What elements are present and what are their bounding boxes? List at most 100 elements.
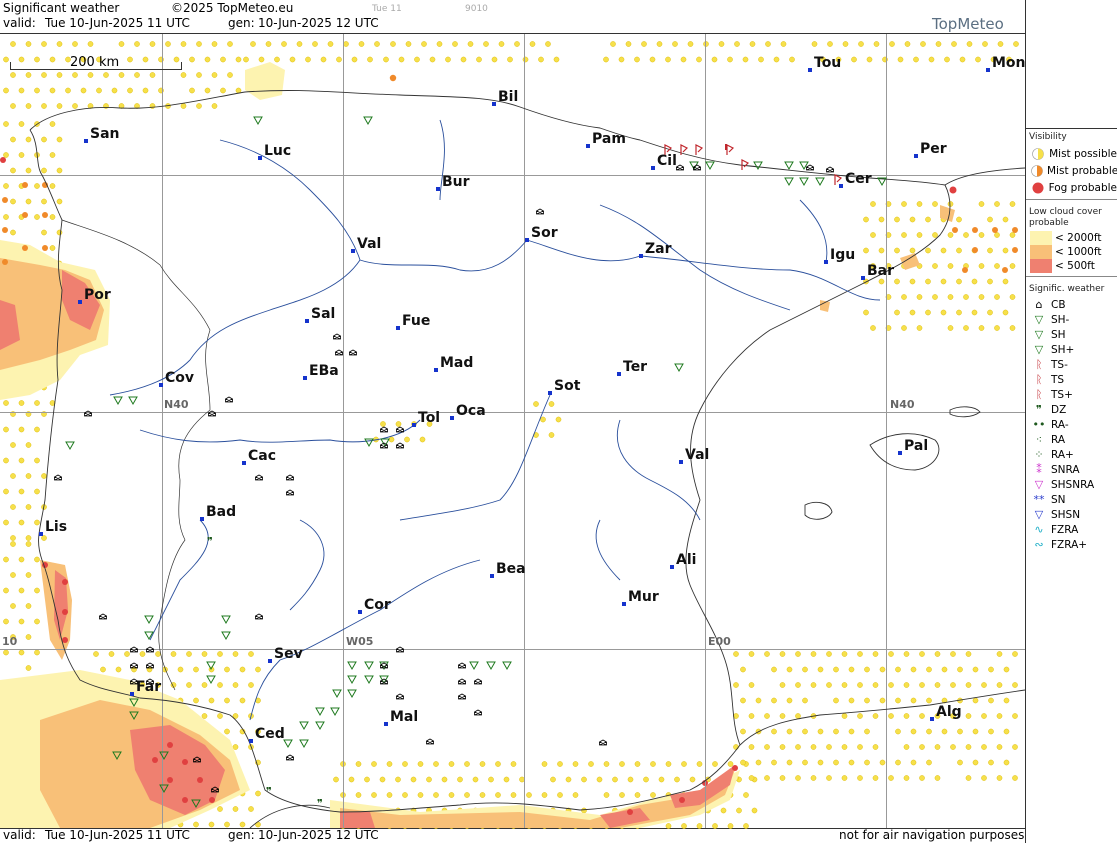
mist-dot: [336, 56, 342, 63]
mist-dot: [940, 278, 947, 285]
mist-dot: [863, 247, 869, 254]
mist-dot: [49, 152, 56, 158]
mist-dot: [495, 792, 501, 798]
legend-sigwx-item: ▽ SH+: [1026, 342, 1117, 357]
mist-dot: [934, 775, 941, 781]
mist-dot: [833, 759, 839, 766]
mist-dot: [514, 41, 520, 47]
city-marker: [986, 68, 990, 72]
drizzle-icon: ❞: [1036, 403, 1042, 416]
mist-dot: [227, 41, 233, 47]
mist-dot: [488, 776, 494, 783]
mist-dot: [510, 761, 517, 767]
mist-dot: [56, 229, 63, 236]
mist-dot: [879, 666, 886, 673]
mist-dot: [802, 759, 808, 766]
cloud-swatch-icon: [1030, 231, 1052, 245]
mist-dot: [994, 263, 1000, 269]
mist-dot: [127, 56, 133, 63]
mist-dot: [540, 416, 546, 423]
mist-dot: [863, 216, 869, 223]
legend-visibility-list: Mist possible Mist probable Fog probable: [1026, 145, 1117, 196]
mist-dot: [826, 744, 832, 750]
mist-dot: [903, 682, 910, 688]
mist-dot: [402, 792, 408, 798]
city-san-0: San: [84, 126, 120, 143]
mist-dot: [224, 666, 230, 673]
mist-dot: [557, 761, 563, 767]
mist-dot: [217, 713, 223, 719]
mist-dot: [926, 759, 932, 766]
mist-dot: [395, 776, 401, 783]
city-label: Lis: [45, 519, 67, 535]
legend-sigwx-item: ▽ SH: [1026, 327, 1117, 342]
mist-dot: [386, 792, 393, 798]
city-marker: [268, 659, 272, 663]
mist-dot: [909, 278, 916, 285]
mist-dot: [371, 761, 377, 767]
mist-dot: [603, 56, 609, 63]
mist-dot: [448, 761, 455, 767]
mist-dot: [1002, 309, 1009, 316]
mist-dot: [479, 792, 486, 798]
city-marker: [258, 156, 262, 160]
mist-dot: [3, 426, 9, 433]
city-label: Cov: [165, 370, 194, 386]
mist-dot: [932, 201, 938, 207]
snow-icon: **: [1033, 493, 1045, 506]
mist-dot: [603, 761, 610, 767]
mist-dot: [901, 325, 907, 331]
mist-dot: [956, 309, 962, 316]
city-mon-5: Mon: [986, 55, 1026, 72]
mist-dot: [1012, 744, 1018, 750]
legend-sigwx-label: FZRA+: [1051, 538, 1088, 551]
city-ter-22: Ter: [617, 359, 647, 376]
city-marker: [412, 423, 416, 427]
mist-dot: [193, 697, 199, 704]
legend-visibility-title: Visibility: [1029, 132, 1067, 142]
mist-dot: [786, 759, 793, 766]
mist-dot: [565, 776, 572, 783]
mist-dot: [643, 776, 649, 783]
mist-dot: [383, 56, 389, 63]
legend-sigwx-label: SHSN: [1051, 508, 1081, 521]
mist-dot: [656, 41, 663, 47]
mist-dot: [689, 776, 696, 783]
mist-dot: [919, 775, 925, 781]
mist-dot: [972, 666, 979, 673]
mist-dot: [687, 41, 694, 47]
mist-dot: [934, 744, 941, 750]
mist-dot: [180, 72, 187, 78]
mist-dot: [41, 136, 47, 143]
mist-dot: [108, 651, 115, 657]
mist-dot: [380, 421, 386, 427]
legend-visibility-label: Mist probable: [1047, 164, 1117, 177]
mist-dot: [940, 309, 947, 316]
mist-icon: [1030, 146, 1046, 161]
cb-symbol: [396, 693, 404, 700]
mist-dot: [56, 72, 63, 78]
legend-sigwx-item: ⌂ CB: [1026, 297, 1117, 312]
mist-dot: [134, 41, 140, 47]
mist-dot: [296, 41, 303, 47]
mist-dot: [227, 72, 233, 78]
grid-label-w05: W05: [346, 635, 373, 648]
legend-sigwx-label: RA-: [1051, 418, 1069, 431]
cb-symbol: [286, 489, 294, 496]
city-oca-24: Oca: [450, 403, 486, 420]
mist-dot: [34, 556, 40, 563]
rain-heavy-icon: ⁘: [1034, 448, 1044, 461]
mist-dot: [355, 761, 362, 767]
city-label: Ced: [255, 726, 285, 742]
mist-dot: [374, 41, 380, 47]
city-marker: [436, 187, 440, 191]
city-igu-13: Igu: [824, 247, 855, 264]
mist-dot: [872, 713, 879, 719]
ibiza: [804, 501, 833, 520]
mist-dot: [1003, 666, 1010, 673]
mist-dot: [426, 776, 432, 783]
mist-dot: [965, 651, 972, 657]
city-label: Val: [685, 447, 709, 463]
mist-dot: [975, 56, 981, 63]
mist-dot: [189, 87, 195, 94]
